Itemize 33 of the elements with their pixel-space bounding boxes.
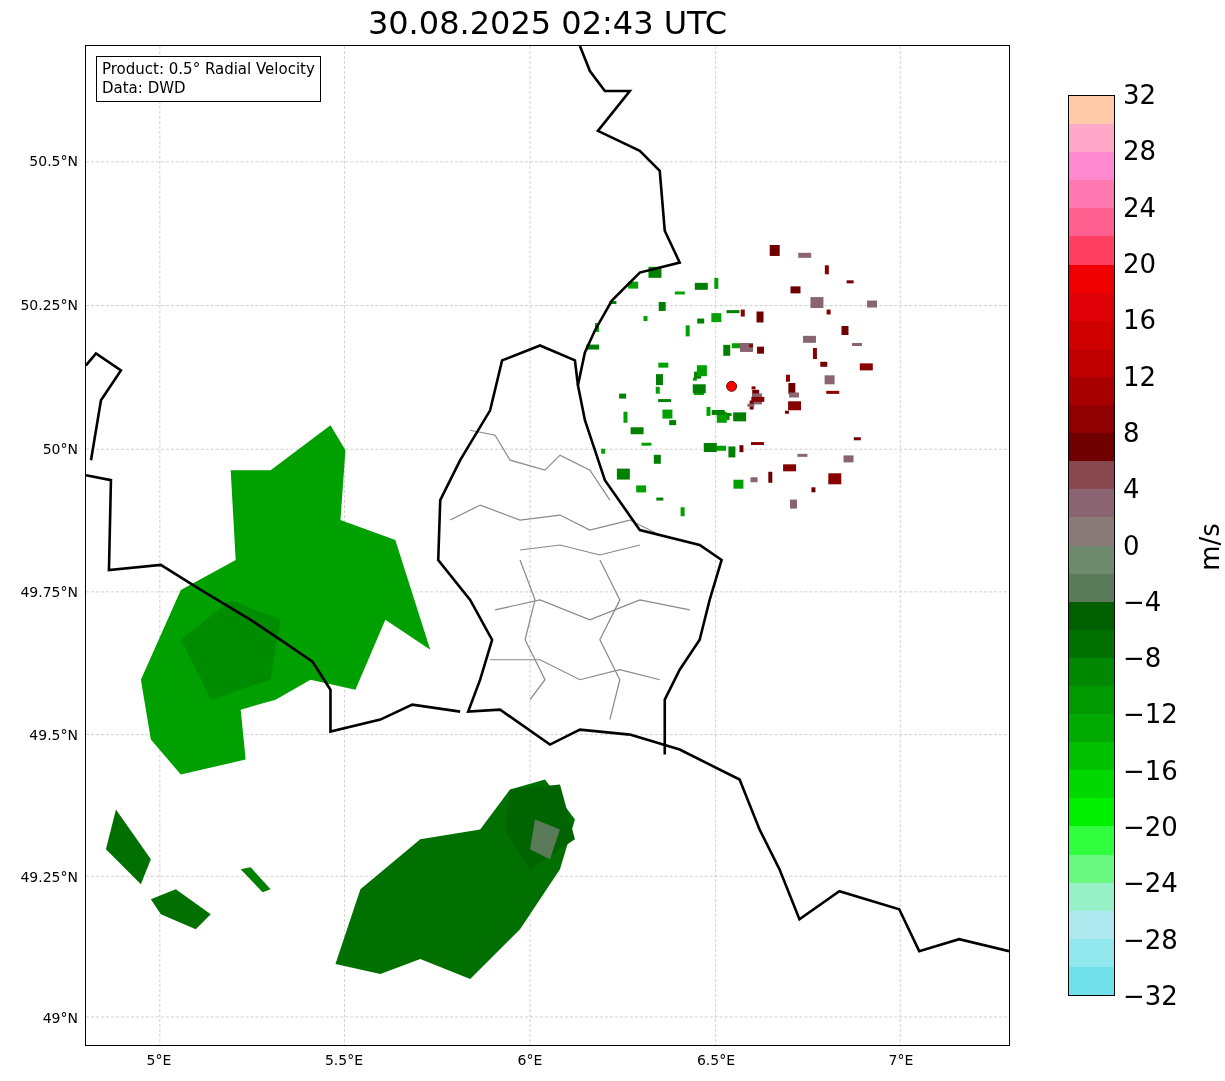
colorbar-tick-label: 16: [1123, 307, 1157, 334]
latitude-label: 49.25°N: [20, 869, 78, 885]
plot-title: 30.08.2025 02:43 UTC: [367, 6, 728, 39]
colorbar-tick-label: −32: [1123, 983, 1178, 1009]
latitude-label: 50°N: [42, 441, 78, 457]
colorbar-label: m/s: [1194, 523, 1225, 571]
colorbar-tick-label: −16: [1123, 757, 1178, 784]
longitude-label: 7°E: [888, 1052, 914, 1068]
longitude-label: 5.5°E: [324, 1052, 364, 1068]
latitude-label: 49.5°N: [29, 727, 78, 743]
colorbar-tick-label: 32: [1123, 82, 1157, 108]
colorbar-tick-label: 20: [1123, 250, 1157, 277]
colorbar-tick-label: 4: [1123, 476, 1140, 503]
colorbar-tick-label: 8: [1123, 419, 1140, 446]
colorbar-tick-label: 28: [1123, 138, 1157, 165]
colorbar-tick-label: 12: [1123, 363, 1157, 390]
colorbar-tick-label: −8: [1123, 645, 1162, 672]
legend-text: Data: DWD: [102, 79, 187, 98]
colorbar-tick-label: −20: [1123, 814, 1178, 841]
latitude-label: 50.5°N: [29, 153, 78, 169]
colorbar-tick-label: 0: [1123, 532, 1140, 559]
latitude-label: 49.75°N: [20, 584, 78, 600]
colorbar-tick-label: 24: [1123, 194, 1157, 221]
legend-text: Product: 0.5° Radial Velocity: [102, 60, 315, 79]
longitude-label: 6.5°E: [696, 1052, 736, 1068]
colorbar-tick-label: −28: [1123, 926, 1178, 953]
latitude-label: 49°N: [42, 1010, 78, 1026]
colorbar-tick-label: −4: [1123, 588, 1162, 615]
longitude-label: 5°E: [146, 1052, 172, 1068]
colorbar-tick-label: −24: [1123, 870, 1178, 897]
longitude-label: 6°E: [517, 1052, 543, 1068]
colorbar-tick-label: −12: [1123, 701, 1178, 728]
latitude-label: 50.25°N: [20, 297, 78, 313]
